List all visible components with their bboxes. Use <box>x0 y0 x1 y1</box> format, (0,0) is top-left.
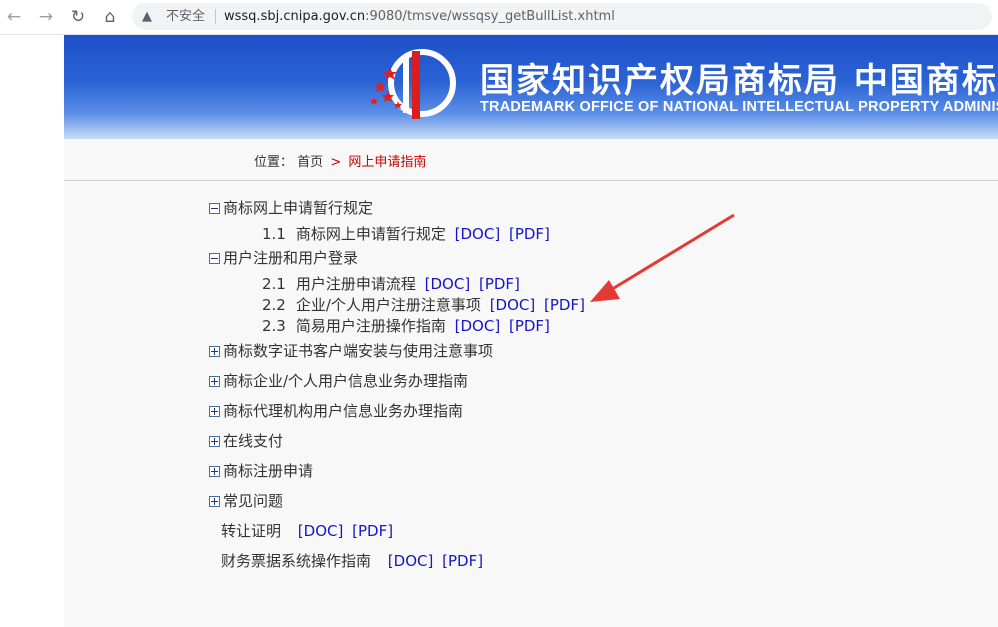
tree-node-label[interactable]: 商标网上申请暂行规定 <box>223 199 373 217</box>
tree-node-label[interactable]: 用户注册和用户登录 <box>223 249 358 267</box>
trademark-office-logo <box>370 49 456 119</box>
tree-node-label[interactable]: 在线支付 <box>223 432 283 450</box>
collapse-icon[interactable] <box>209 203 220 214</box>
page-gutter <box>0 35 64 627</box>
tree-node-collapsed[interactable]: 在线支付 <box>209 431 283 451</box>
back-arrow-icon[interactable]: ← <box>2 5 26 29</box>
breadcrumb-label: 位置： <box>254 155 294 170</box>
plain-item-finance: 财务票据系统操作指南 [DOC] [PDF] <box>221 551 483 571</box>
item-label: 简易用户注册操作指南 <box>295 317 446 335</box>
banner-subtitle: TRADEMARK OFFICE OF NATIONAL INTELLECTUA… <box>480 99 998 115</box>
security-status[interactable]: 不安全 <box>166 3 205 30</box>
collapse-icon[interactable] <box>209 253 220 264</box>
doc-link[interactable]: [DOC] <box>298 522 344 540</box>
expand-icon[interactable] <box>209 376 220 387</box>
breadcrumb: 位置： 首页 > 网上申请指南 <box>254 151 426 170</box>
doc-link[interactable]: [DOC] <box>388 552 434 570</box>
tree-node-label[interactable]: 常见问题 <box>223 492 283 510</box>
breadcrumb-home-link[interactable]: 首页 <box>297 155 323 170</box>
browser-toolbar: ← → ↻ ⌂ ▲ 不安全 wssq.sbj.cnipa.gov.cn:9080… <box>0 0 998 35</box>
forward-arrow-icon[interactable]: → <box>34 5 58 29</box>
tree-node-collapsed[interactable]: 常见问题 <box>209 491 283 511</box>
banner-title: 国家知识产权局商标局 中国商标 <box>480 61 998 101</box>
divider <box>64 180 998 181</box>
pdf-link[interactable]: [PDF] <box>352 522 393 540</box>
tree-item-1-1: 1.1 商标网上申请暂行规定 [DOC] [PDF] <box>262 224 550 244</box>
pdf-link[interactable]: [PDF] <box>509 225 550 243</box>
tree-node-label[interactable]: 商标数字证书客户端安装与使用注意事项 <box>223 342 493 360</box>
item-label: 用户注册申请流程 <box>295 275 416 293</box>
home-icon[interactable]: ⌂ <box>98 5 122 29</box>
item-label: 商标网上申请暂行规定 <box>295 225 446 243</box>
doc-link[interactable]: [DOC] <box>455 317 501 335</box>
breadcrumb-current: 网上申请指南 <box>348 155 427 170</box>
item-label: 企业/个人用户注册注意事项 <box>295 296 481 314</box>
tree-node-label[interactable]: 商标企业/个人用户信息业务办理指南 <box>223 372 468 390</box>
plain-item-transfer: 转让证明 [DOC] [PDF] <box>221 521 393 541</box>
tree-node-label[interactable]: 商标代理机构用户信息业务办理指南 <box>223 402 463 420</box>
address-divider <box>215 9 216 24</box>
tree-node-label[interactable]: 商标注册申请 <box>223 462 313 480</box>
site-banner: 国家知识产权局商标局 中国商标 TRADEMARK OFFICE OF NATI… <box>64 35 998 139</box>
doc-link[interactable]: [DOC] <box>455 225 501 243</box>
address-bar[interactable]: ▲ 不安全 wssq.sbj.cnipa.gov.cn:9080/tmsve/w… <box>132 3 992 30</box>
tree-item-2-2: 2.2 企业/个人用户注册注意事项 [DOC] [PDF] <box>262 295 585 315</box>
tree-node-collapsed[interactable]: 商标代理机构用户信息业务办理指南 <box>209 401 463 421</box>
doc-link[interactable]: [DOC] <box>490 296 536 314</box>
item-label: 财务票据系统操作指南 <box>221 552 372 570</box>
url-text[interactable]: wssq.sbj.cnipa.gov.cn:9080/tmsve/wssqsy_… <box>224 3 615 30</box>
doc-link[interactable]: [DOC] <box>425 275 471 293</box>
page-content: 国家知识产权局商标局 中国商标 TRADEMARK OFFICE OF NATI… <box>64 35 998 627</box>
pdf-link[interactable]: [PDF] <box>479 275 520 293</box>
item-label: 转让证明 <box>221 522 282 540</box>
tree-item-2-1: 2.1 用户注册申请流程 [DOC] [PDF] <box>262 274 520 294</box>
expand-icon[interactable] <box>209 466 220 477</box>
expand-icon[interactable] <box>209 346 220 357</box>
pdf-link[interactable]: [PDF] <box>509 317 550 335</box>
warning-icon[interactable]: ▲ <box>142 3 152 30</box>
expand-icon[interactable] <box>209 436 220 447</box>
item-number: 2.2 <box>262 296 286 314</box>
tree-item-2-3: 2.3 简易用户注册操作指南 [DOC] [PDF] <box>262 316 550 336</box>
expand-icon[interactable] <box>209 496 220 507</box>
item-number: 1.1 <box>262 225 286 243</box>
item-number: 2.3 <box>262 317 286 335</box>
item-number: 2.1 <box>262 275 286 293</box>
reload-icon[interactable]: ↻ <box>66 5 90 29</box>
tree-node-collapsed[interactable]: 商标企业/个人用户信息业务办理指南 <box>209 371 468 391</box>
tree-node-collapsed[interactable]: 商标数字证书客户端安装与使用注意事项 <box>209 341 493 361</box>
tree-node-collapsed[interactable]: 商标注册申请 <box>209 461 313 481</box>
pdf-link[interactable]: [PDF] <box>442 552 483 570</box>
pdf-link[interactable]: [PDF] <box>544 296 585 314</box>
expand-icon[interactable] <box>209 406 220 417</box>
tree-node-section2[interactable]: 用户注册和用户登录 <box>209 248 358 268</box>
breadcrumb-separator: > <box>330 155 342 170</box>
tree-node-section1[interactable]: 商标网上申请暂行规定 <box>209 198 373 218</box>
